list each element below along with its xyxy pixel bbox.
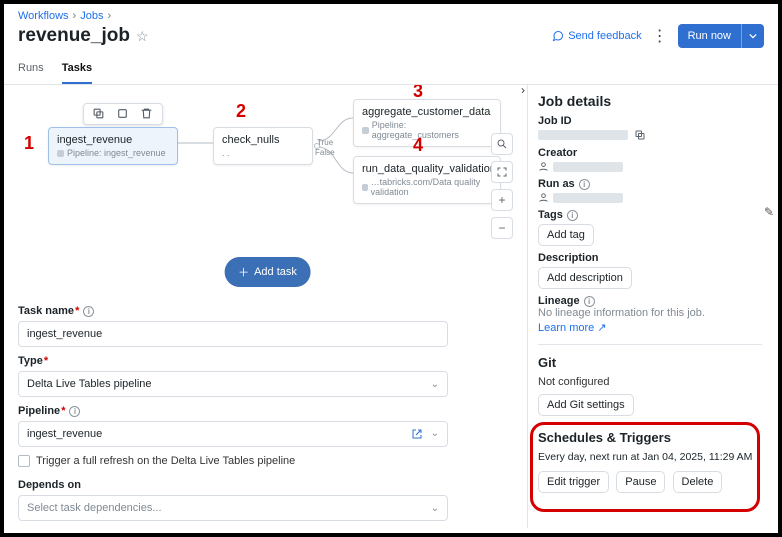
- full-refresh-label: Trigger a full refresh on the Delta Live…: [36, 455, 295, 467]
- zoom-out-icon[interactable]: −: [491, 217, 513, 239]
- add-description-button[interactable]: Add description: [538, 267, 632, 289]
- page-title: revenue_job: [18, 25, 130, 47]
- notebook-icon: [362, 184, 368, 191]
- learn-more-link[interactable]: Learn more ↗: [538, 322, 607, 334]
- job-details-title: Job details: [538, 93, 762, 109]
- copy-icon[interactable]: [92, 107, 106, 121]
- collapse-panel-icon[interactable]: ›: [521, 83, 525, 97]
- full-refresh-checkbox[interactable]: [18, 455, 30, 467]
- info-icon[interactable]: i: [579, 179, 590, 190]
- kebab-menu-icon[interactable]: ⋮: [652, 26, 668, 46]
- plus-icon: ＋: [238, 264, 249, 280]
- pipeline-icon: [57, 150, 64, 157]
- pipeline-label: Pipelinei: [18, 405, 517, 417]
- clone-icon[interactable]: [116, 107, 130, 121]
- chevron-down-icon: ⌄: [431, 428, 439, 440]
- info-icon[interactable]: i: [584, 296, 595, 307]
- depends-on-select[interactable]: Select task dependencies...⌄: [18, 495, 448, 521]
- run-as-label: Run asi: [538, 178, 762, 190]
- annotation-3: 3: [413, 85, 423, 102]
- chevron-right-icon: ›: [73, 10, 77, 22]
- run-now-button[interactable]: Run now: [678, 24, 741, 48]
- run-as-value: [553, 193, 623, 203]
- breadcrumb-workflows[interactable]: Workflows: [18, 10, 69, 22]
- user-icon: [538, 161, 549, 172]
- job-id-label: Job ID: [538, 115, 762, 127]
- add-git-settings-button[interactable]: Add Git settings: [538, 394, 634, 416]
- chevron-down-icon: ⌄: [431, 379, 439, 390]
- git-title: Git: [538, 355, 762, 370]
- chat-icon: [552, 30, 564, 42]
- tab-tasks[interactable]: Tasks: [62, 56, 92, 84]
- task-name-label: Task namei: [18, 305, 517, 317]
- branch-true-label: True: [317, 138, 333, 147]
- breadcrumb-jobs[interactable]: Jobs: [80, 10, 103, 22]
- star-icon[interactable]: ☆: [136, 28, 149, 45]
- pipeline-select[interactable]: ingest_revenue ⌄: [18, 421, 448, 447]
- info-icon[interactable]: i: [567, 210, 578, 221]
- branch-false-label: False: [315, 148, 335, 157]
- breadcrumb: Workflows › Jobs ›: [18, 10, 764, 22]
- job-id-value: [538, 130, 628, 140]
- chevron-right-icon: ›: [107, 10, 111, 22]
- external-link-icon: ↗: [597, 322, 606, 334]
- lineage-text: No lineage information for this job.: [538, 307, 762, 319]
- chevron-down-icon: ⌄: [431, 503, 439, 514]
- creator-label: Creator: [538, 147, 762, 159]
- type-select[interactable]: Delta Live Tables pipeline⌄: [18, 371, 448, 397]
- type-label: Type: [18, 355, 517, 367]
- tags-label: Tagsi: [538, 209, 762, 221]
- node-ingest-revenue[interactable]: ingest_revenue Pipeline: ingest_revenue: [48, 127, 178, 165]
- creator-value: [553, 162, 623, 172]
- fullscreen-icon[interactable]: [491, 161, 513, 183]
- add-task-button[interactable]: ＋ Add task: [224, 257, 311, 287]
- pipeline-icon: [362, 127, 369, 134]
- git-status: Not configured: [538, 376, 762, 388]
- run-now-dropdown[interactable]: [741, 24, 764, 48]
- node-run-data-quality-validation[interactable]: run_data_quality_validation …tabricks.co…: [353, 156, 501, 204]
- annotation-4: 4: [413, 135, 423, 156]
- copy-icon[interactable]: [634, 129, 646, 141]
- node-toolbar: [83, 103, 163, 125]
- user-icon: [538, 192, 549, 203]
- edit-icon[interactable]: ✎: [764, 205, 774, 219]
- tab-runs[interactable]: Runs: [18, 56, 44, 84]
- task-graph-canvas[interactable]: ingest_revenue Pipeline: ingest_revenue …: [18, 93, 517, 293]
- job-details-panel: Job details Job ID Creator Run asi ✎ Tag…: [528, 85, 778, 528]
- task-name-input[interactable]: ingest_revenue: [18, 321, 448, 347]
- external-link-icon[interactable]: [411, 428, 423, 440]
- send-feedback-link[interactable]: Send feedback: [552, 30, 641, 42]
- info-icon[interactable]: i: [69, 406, 80, 417]
- node-check-nulls[interactable]: check_nulls . .: [213, 127, 313, 165]
- annotation-2: 2: [236, 101, 246, 122]
- zoom-in-icon[interactable]: +: [491, 189, 513, 211]
- annotation-oval-5: [530, 422, 760, 512]
- add-tag-button[interactable]: Add tag: [538, 224, 594, 246]
- info-icon[interactable]: i: [83, 306, 94, 317]
- node-aggregate-customer-data[interactable]: aggregate_customer_data Pipeline: aggreg…: [353, 99, 501, 147]
- description-label: Description: [538, 252, 762, 264]
- annotation-1: 1: [24, 133, 34, 154]
- search-icon[interactable]: [491, 133, 513, 155]
- trash-icon[interactable]: [140, 107, 154, 121]
- depends-on-label: Depends on: [18, 479, 517, 491]
- lineage-label: Lineagei: [538, 295, 762, 307]
